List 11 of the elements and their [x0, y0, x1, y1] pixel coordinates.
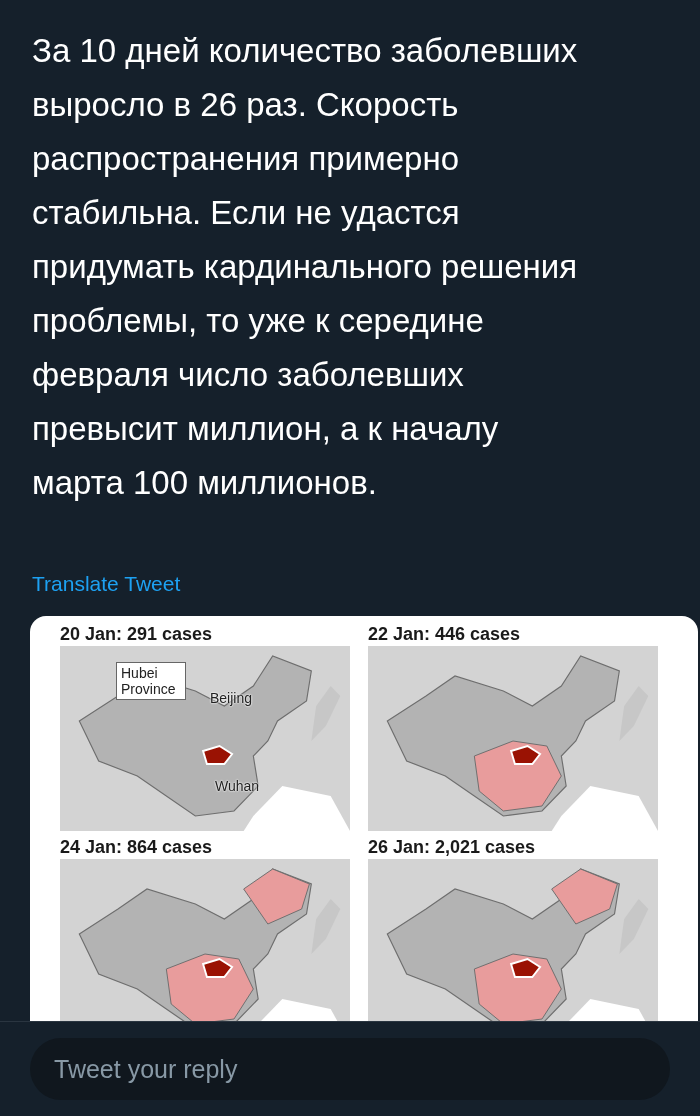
city-label: Wuhan [215, 778, 260, 794]
translate-link[interactable]: Translate Tweet [32, 572, 181, 596]
map-title: 20 Jan: 291 cases [60, 623, 214, 646]
city-label: Beijing [210, 690, 253, 706]
map-title: 24 Jan: 864 cases [60, 836, 214, 859]
tweet-text: За 10 дней количество заболевших выросло в 26 раз. Скорость распространения примерно стабильна. Если не удастся придумать кардинального решения проблемы, то уже к середине февраля число заболевших превысит миллион, а к началу марта 100 миллионов. [31, 31, 579, 503]
reply-field[interactable]: Tweet your reply [30, 1038, 670, 1100]
map-title: 22 Jan: 446 cases [368, 623, 522, 646]
map-callout: Hubei Province [116, 662, 186, 700]
media-card[interactable]: 20 Jan: 291 cases Hubei Province Beijing Wuhan 22 Jan: 446 cases 24 Jan: 864 cases 26 Jan: 2,021 cases [30, 616, 698, 1021]
map-title: 26 Jan: 2,021 cases [368, 836, 537, 859]
